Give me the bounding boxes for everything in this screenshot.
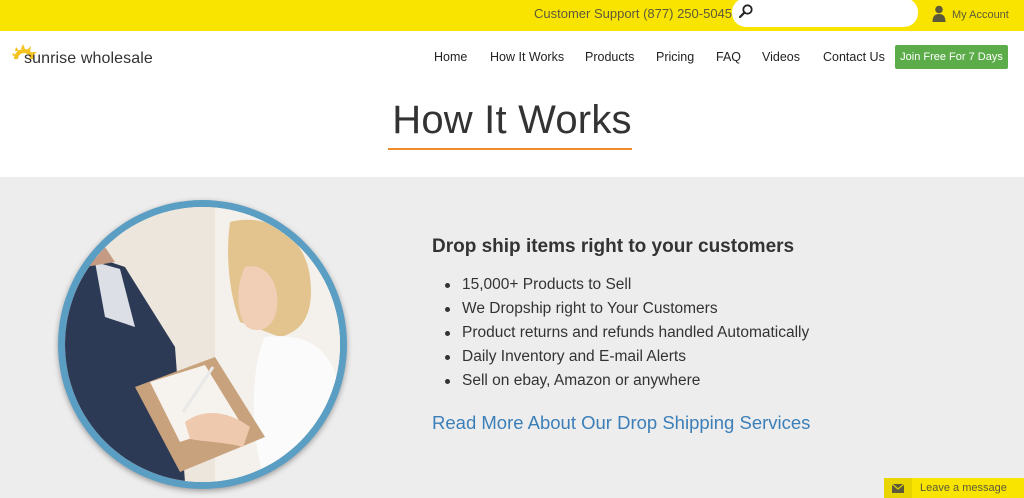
list-item: Product returns and refunds handled Auto…: [442, 323, 809, 347]
nav-contact-us[interactable]: Contact Us: [823, 50, 885, 64]
leave-message-label: Leave a message: [920, 482, 1007, 494]
list-item: We Dropship right to Your Customers: [442, 299, 809, 323]
nav-home[interactable]: Home: [434, 50, 467, 64]
user-icon: [932, 5, 946, 22]
search-icon[interactable]: [738, 3, 754, 19]
customer-support-phone[interactable]: Customer Support (877) 250-5045: [534, 6, 732, 21]
feature-list: 15,000+ Products to Sell We Dropship rig…: [442, 275, 809, 395]
nav-how-it-works[interactable]: How It Works: [490, 50, 564, 64]
search-input[interactable]: [732, 0, 918, 27]
my-account-label: My Account: [952, 8, 1009, 21]
join-free-button[interactable]: Join Free For 7 Days: [895, 45, 1008, 69]
delivery-illustration: [65, 207, 340, 482]
delivery-photo: [65, 207, 340, 482]
envelope-icon: [892, 483, 904, 493]
list-item: Daily Inventory and E-mail Alerts: [442, 347, 809, 371]
title-underline: [388, 148, 632, 150]
read-more-link[interactable]: Read More About Our Drop Shipping Servic…: [432, 412, 810, 434]
list-item: Sell on ebay, Amazon or anywhere: [442, 371, 809, 395]
nav-pricing[interactable]: Pricing: [656, 50, 694, 64]
nav-products[interactable]: Products: [585, 50, 634, 64]
list-item: 15,000+ Products to Sell: [442, 275, 809, 299]
leave-message-widget[interactable]: Leave a message: [884, 478, 1024, 498]
envelope-icon-box: [884, 478, 912, 498]
nav-videos[interactable]: Videos: [762, 50, 800, 64]
page-title: How It Works: [392, 98, 632, 142]
feature-heading: Drop ship items right to your customers: [432, 236, 795, 257]
logo-text: sunrise wholesale: [24, 50, 153, 67]
main-header: sunrise wholesale Home How It Works Prod…: [0, 31, 1024, 86]
my-account-link[interactable]: My Account: [932, 2, 1009, 24]
nav-faq[interactable]: FAQ: [716, 50, 741, 64]
